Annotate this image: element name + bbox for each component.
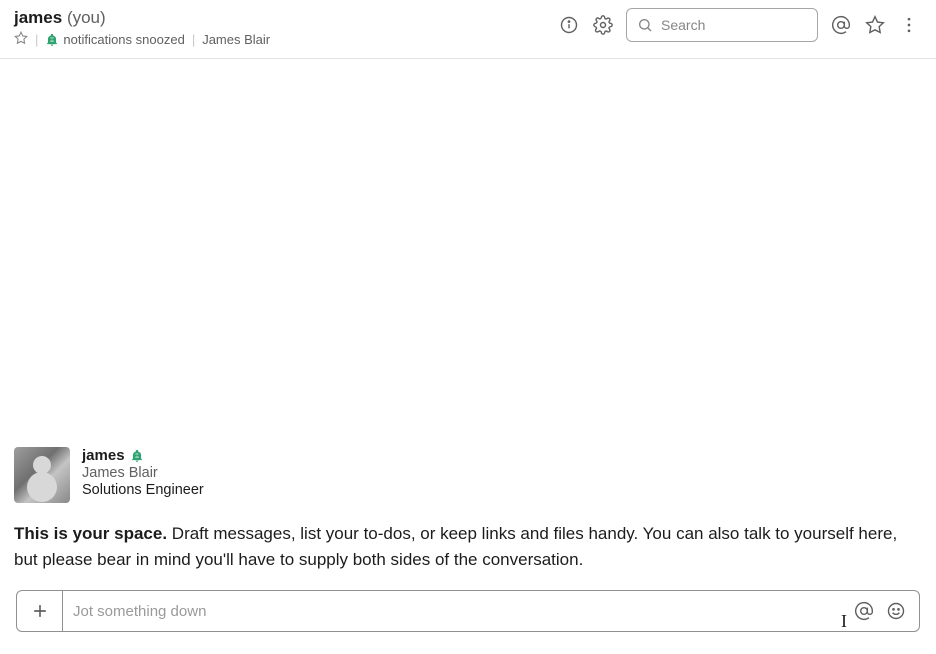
notifications-status[interactable]: notifications snoozed bbox=[45, 32, 184, 47]
channel-subheader: | notifications snoozed | James Blair bbox=[14, 31, 270, 48]
more-vertical-icon bbox=[899, 15, 919, 35]
emoji-button[interactable] bbox=[885, 600, 907, 622]
star-button[interactable] bbox=[864, 14, 886, 36]
settings-button[interactable] bbox=[592, 14, 614, 36]
channel-header: james (you) | notifications snoozed | Ja… bbox=[0, 0, 936, 59]
message-input[interactable] bbox=[63, 591, 561, 631]
search-icon bbox=[637, 17, 653, 33]
at-icon bbox=[854, 601, 874, 621]
at-icon bbox=[831, 15, 851, 35]
self-space-description: This is your space. Draft messages, list… bbox=[14, 521, 914, 572]
composer-icons bbox=[841, 600, 919, 622]
space-intro-bold: This is your space. bbox=[14, 524, 167, 543]
smile-icon bbox=[886, 601, 906, 621]
profile-username: james bbox=[82, 447, 125, 464]
plus-icon bbox=[30, 601, 50, 621]
star-channel-button[interactable] bbox=[14, 31, 28, 48]
channel-you-suffix: (you) bbox=[67, 8, 106, 27]
header-fullname[interactable]: James Blair bbox=[202, 32, 270, 47]
message-area: james James Blair Solutions Engineer Thi… bbox=[0, 59, 936, 590]
more-button[interactable] bbox=[898, 14, 920, 36]
channel-name: james bbox=[14, 8, 62, 27]
channel-header-left: james (you) | notifications snoozed | Ja… bbox=[14, 8, 270, 48]
channel-header-right bbox=[558, 8, 920, 42]
mention-button[interactable] bbox=[853, 600, 875, 622]
snooze-icon bbox=[130, 449, 144, 463]
profile-fullname: James Blair bbox=[82, 465, 204, 481]
attach-button[interactable] bbox=[17, 591, 63, 631]
message-composer[interactable] bbox=[16, 590, 920, 632]
info-button[interactable] bbox=[558, 14, 580, 36]
search-input[interactable] bbox=[661, 17, 807, 33]
mentions-button[interactable] bbox=[830, 14, 852, 36]
self-profile-block: james James Blair Solutions Engineer bbox=[14, 447, 922, 503]
composer-wrap bbox=[0, 590, 936, 654]
avatar[interactable] bbox=[14, 447, 70, 503]
notifications-label: notifications snoozed bbox=[63, 32, 184, 47]
separator: | bbox=[192, 32, 195, 47]
info-icon bbox=[559, 15, 579, 35]
snooze-icon bbox=[45, 33, 59, 47]
profile-role: Solutions Engineer bbox=[82, 482, 204, 498]
star-icon bbox=[865, 15, 885, 35]
separator: | bbox=[35, 32, 38, 47]
profile-lines: james James Blair Solutions Engineer bbox=[82, 447, 204, 498]
search-box[interactable] bbox=[626, 8, 818, 42]
channel-title[interactable]: james (you) bbox=[14, 8, 270, 28]
profile-username-row[interactable]: james bbox=[82, 447, 204, 464]
gear-icon bbox=[593, 15, 613, 35]
star-icon bbox=[14, 31, 28, 45]
